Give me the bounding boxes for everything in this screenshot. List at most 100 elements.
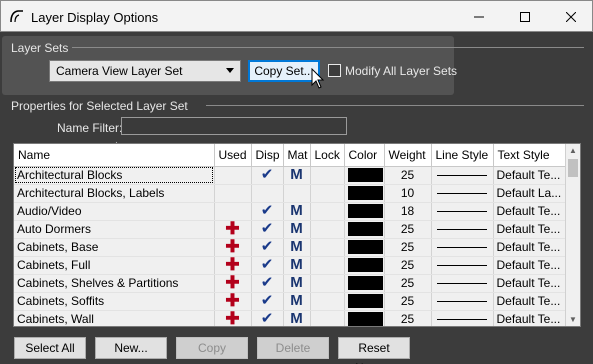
disp-cell[interactable]: ✔ [251,310,284,326]
line-style-cell[interactable] [431,292,494,311]
weight-cell[interactable]: 25 [384,310,432,326]
layer-name-cell[interactable]: Auto Dormers [14,220,215,239]
table-row[interactable]: Architectural Blocks, Labels 10 Default La… [14,184,567,203]
layer-name-cell[interactable]: Cabinets, Shelves & Partitions [14,274,215,293]
disp-cell[interactable]: ✔ [251,166,284,185]
weight-cell[interactable]: 10 [384,184,432,203]
table-row[interactable]: Architectural Blocks ✔ M 25 Default Te... [14,166,567,185]
line-style-cell[interactable] [431,310,494,326]
mat-cell[interactable]: M [283,202,311,221]
layer-name-cell[interactable]: Cabinets, Wall [14,310,215,326]
layer-name-cell[interactable]: Architectural Blocks [14,166,215,185]
lock-cell[interactable] [310,310,345,326]
color-cell[interactable] [344,310,385,326]
layer-name-cell[interactable]: Audio/Video [14,202,215,221]
copy-set-button[interactable]: Copy Set... [248,60,320,82]
text-style-cell[interactable]: Default Te... [493,292,567,311]
disp-cell[interactable]: ✔ [251,292,284,311]
text-style-cell[interactable]: Default Te... [493,220,567,239]
weight-cell[interactable]: 25 [384,274,432,293]
color-cell[interactable] [344,202,385,221]
disp-cell[interactable]: ✔ [251,202,284,221]
weight-cell[interactable]: 25 [384,256,432,275]
mat-cell[interactable]: M [283,292,311,311]
layer-table[interactable]: Name Used Disp Mat Lock Color Weight Lin… [13,143,581,327]
table-row[interactable]: Auto Dormers ✚ ✔ M 25 Default Te... [14,220,567,239]
name-filter-input[interactable] [121,117,347,135]
layer-name-cell[interactable]: Architectural Blocks, Labels [14,184,215,203]
col-header-mat[interactable]: Mat [283,144,311,167]
line-style-cell[interactable] [431,238,494,257]
lock-cell[interactable] [310,292,345,311]
text-style-cell[interactable]: Default Te... [493,166,567,185]
col-header-disp[interactable]: Disp [251,144,284,167]
maximize-button[interactable] [502,1,548,32]
text-style-cell[interactable]: Default Te... [493,238,567,257]
modify-all-checkbox[interactable] [328,64,341,77]
lock-cell[interactable] [310,274,345,293]
scrollbar-thumb[interactable] [568,159,578,177]
col-header-used[interactable]: Used [214,144,252,167]
col-header-lock[interactable]: Lock [310,144,345,167]
text-style-cell[interactable]: Default Te... [493,202,567,221]
weight-cell[interactable]: 18 [384,202,432,221]
col-header-text-style[interactable]: Text Style [493,144,567,167]
table-row[interactable]: Cabinets, Wall ✚ ✔ M 25 Default Te... [14,310,567,326]
scroll-down-icon[interactable]: ▼ [569,315,577,324]
mat-cell[interactable]: M [283,274,311,293]
table-row[interactable]: Cabinets, Base ✚ ✔ M 25 Default Te... [14,238,567,257]
disp-cell[interactable]: ✔ [251,256,284,275]
vertical-scrollbar[interactable]: ▲ ▼ [565,144,580,326]
table-row[interactable]: Cabinets, Soffits ✚ ✔ M 25 Default Te... [14,292,567,311]
new-button[interactable]: New... [95,337,167,359]
color-cell[interactable] [344,256,385,275]
mat-cell[interactable]: M [283,166,311,185]
lock-cell[interactable] [310,166,345,185]
lock-cell[interactable] [310,256,345,275]
table-row[interactable]: Cabinets, Full ✚ ✔ M 25 Default Te... [14,256,567,275]
color-cell[interactable] [344,166,385,185]
color-cell[interactable] [344,292,385,311]
layer-name-cell[interactable]: Cabinets, Base [14,238,215,257]
disp-cell[interactable] [251,184,284,203]
copy-button[interactable]: Copy [176,337,248,359]
reset-names-button[interactable]: Reset Names [338,337,410,364]
layer-set-dropdown[interactable]: Camera View Layer Set [49,60,241,82]
lock-cell[interactable] [310,238,345,257]
minimize-button[interactable] [456,1,502,32]
mat-cell[interactable]: M [283,256,311,275]
line-style-cell[interactable] [431,256,494,275]
line-style-cell[interactable] [431,202,494,221]
text-style-cell[interactable]: Default La... [493,184,567,203]
col-header-color[interactable]: Color [344,144,385,167]
table-row[interactable]: Cabinets, Shelves & Partitions ✚ ✔ M 25 Defau… [14,274,567,293]
scroll-up-icon[interactable]: ▲ [569,146,577,155]
line-style-cell[interactable] [431,184,494,203]
mat-cell[interactable]: M [283,238,311,257]
weight-cell[interactable]: 25 [384,292,432,311]
text-style-cell[interactable]: Default Te... [493,310,567,326]
layer-name-cell[interactable]: Cabinets, Soffits [14,292,215,311]
table-row[interactable]: Audio/Video ✔ M 18 Default Te... [14,202,567,221]
weight-cell[interactable]: 25 [384,166,432,185]
delete-button[interactable]: Delete [257,337,329,359]
lock-cell[interactable] [310,220,345,239]
text-style-cell[interactable]: Default Te... [493,274,567,293]
col-header-name[interactable]: Name [14,144,215,167]
disp-cell[interactable]: ✔ [251,238,284,257]
mat-cell[interactable]: M [283,220,311,239]
color-cell[interactable] [344,274,385,293]
lock-cell[interactable] [310,202,345,221]
select-all-button[interactable]: Select All [14,337,86,359]
col-header-weight[interactable]: Weight [384,144,432,167]
text-style-cell[interactable]: Default Te... [493,256,567,275]
color-cell[interactable] [344,184,385,203]
mat-cell[interactable]: M [283,310,311,326]
weight-cell[interactable]: 25 [384,238,432,257]
line-style-cell[interactable] [431,274,494,293]
layer-name-cell[interactable]: Cabinets, Full [14,256,215,275]
close-button[interactable] [548,1,593,32]
disp-cell[interactable]: ✔ [251,220,284,239]
disp-cell[interactable]: ✔ [251,274,284,293]
line-style-cell[interactable] [431,166,494,185]
